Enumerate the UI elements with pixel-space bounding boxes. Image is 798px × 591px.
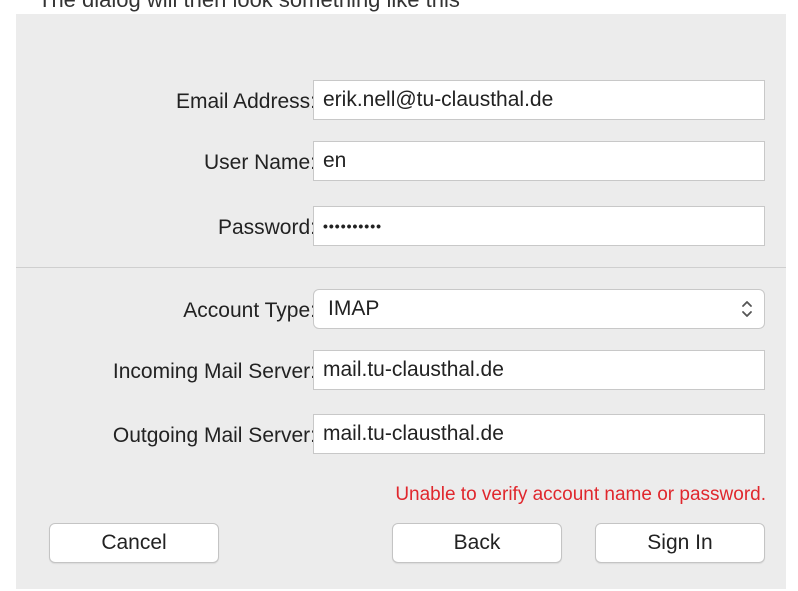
chevron-up-down-icon [742, 301, 752, 317]
password-label: Password: [217, 216, 316, 239]
back-button[interactable]: Back [392, 523, 562, 563]
account-type-value: IMAP [328, 297, 380, 320]
username-field[interactable]: en [313, 141, 765, 181]
outgoing-server-field[interactable]: mail.tu-clausthal.de [313, 414, 765, 454]
email-row: Email Address: erik.nell@tu-clausthal.de [16, 80, 786, 124]
cancel-button[interactable]: Cancel [49, 523, 219, 563]
error-message: Unable to verify account name or passwor… [395, 484, 766, 505]
account-type-select[interactable]: IMAP [313, 289, 765, 329]
account-dialog: Email Address: erik.nell@tu-clausthal.de… [16, 14, 786, 589]
incoming-server-row: Incoming Mail Server: mail.tu-clausthal.… [16, 350, 786, 394]
outgoing-server-row: Outgoing Mail Server: mail.tu-clausthal.… [16, 414, 786, 458]
outgoing-server-label: Outgoing Mail Server: [112, 424, 316, 447]
username-row: User Name: en [16, 141, 786, 185]
section-divider [16, 267, 786, 268]
sign-in-button[interactable]: Sign In [595, 523, 765, 563]
incoming-server-field[interactable]: mail.tu-clausthal.de [313, 350, 765, 390]
password-field[interactable]: •••••••••• [313, 206, 765, 246]
email-field[interactable]: erik.nell@tu-clausthal.de [313, 80, 765, 120]
email-label: Email Address: [175, 90, 316, 113]
incoming-server-label: Incoming Mail Server: [112, 360, 316, 383]
password-row: Password: •••••••••• [16, 206, 786, 250]
account-type-label: Account Type: [183, 299, 316, 322]
username-label: User Name: [203, 151, 316, 174]
caption-text: The dialog will then look something like… [0, 0, 798, 14]
account-type-row: Account Type: IMAP [16, 289, 786, 333]
